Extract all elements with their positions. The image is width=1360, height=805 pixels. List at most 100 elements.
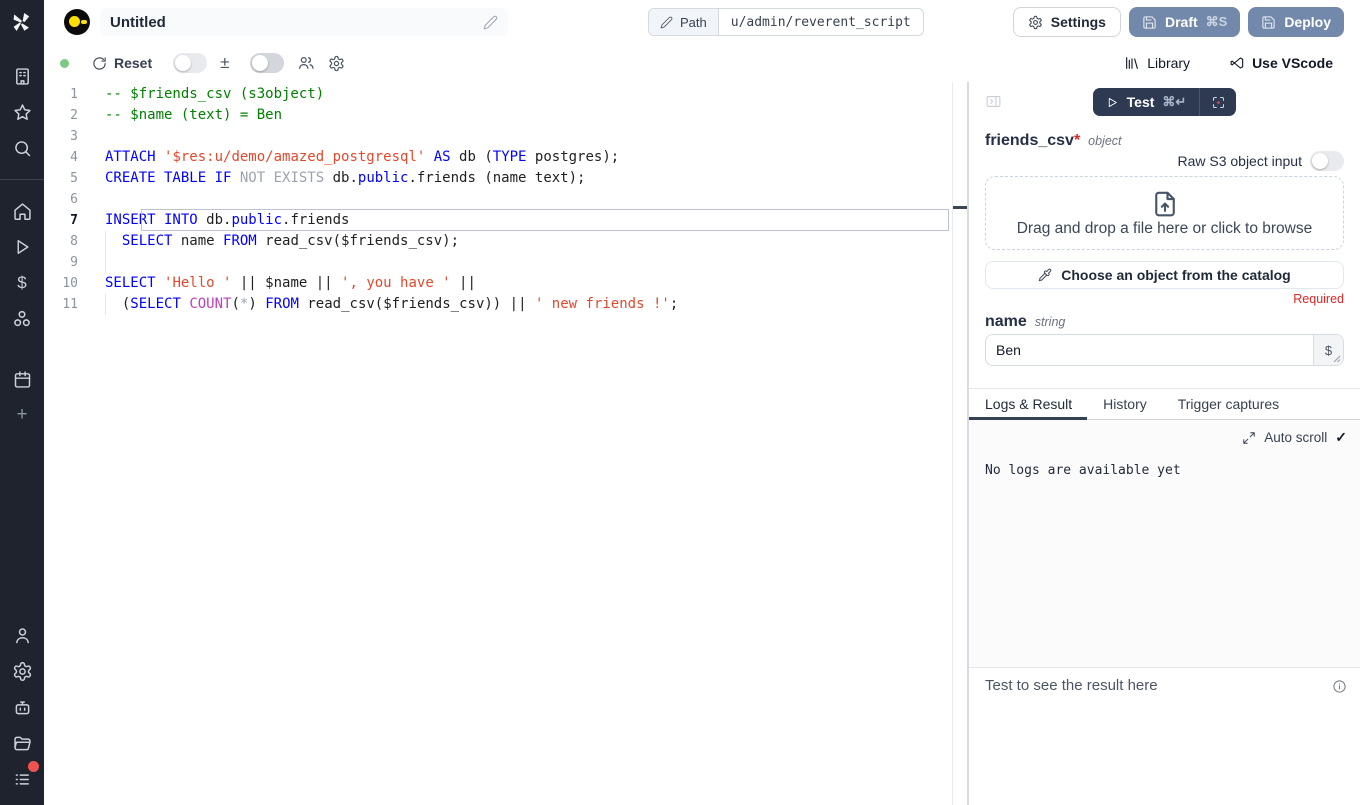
expand-icon[interactable] (1242, 431, 1256, 445)
file-upload-icon (1150, 189, 1180, 219)
line-number: 11 (44, 294, 78, 315)
ai-robot-icon[interactable] (0, 689, 44, 725)
test-shortcut: ⌘↵ (1162, 94, 1186, 110)
path-label[interactable]: Path (649, 9, 719, 35)
draft-shortcut: ⌘S (1206, 14, 1228, 30)
windmill-logo-icon[interactable] (0, 0, 44, 44)
overview-ruler-cursor-mark (953, 206, 967, 209)
code-line-4[interactable]: 4ATTACH '$res:u/demo/amazed_postgresql' … (44, 147, 967, 168)
library-icon (1124, 55, 1140, 71)
code-line-1[interactable]: 1-- $friends_csv (s3object) (44, 84, 967, 105)
path-chip[interactable]: Path u/admin/reverent_script (648, 8, 924, 36)
line-number: 8 (44, 231, 78, 252)
file-dropzone[interactable]: Drag and drop a file here or click to br… (985, 176, 1344, 250)
autoscroll-label[interactable]: Auto scroll (1264, 430, 1327, 445)
scan-icon (1211, 95, 1226, 110)
app-sidebar: $ + (0, 0, 44, 805)
editor-toolbar: Reset ± Library Use VScode (44, 44, 1360, 82)
choose-object-catalog-button[interactable]: Choose an object from the catalog (985, 261, 1344, 289)
editor-scrollbar[interactable] (952, 82, 953, 805)
resources-icon[interactable] (0, 301, 44, 337)
run-panel: Test ⌘↵ friends_csv* object Raw S3 objec… (967, 82, 1360, 805)
check-icon[interactable]: ✓ (1335, 429, 1347, 446)
duckdb-language-icon (64, 9, 90, 35)
search-icon[interactable] (0, 130, 44, 166)
folders-icon[interactable] (0, 725, 44, 761)
code-line-6[interactable]: 6 (44, 189, 967, 210)
code-editor[interactable]: 1-- $friends_csv (s3object)2-- $name (te… (44, 82, 967, 805)
variables-dollar-icon[interactable]: $ (0, 265, 44, 301)
create-plus-icon[interactable]: + (0, 397, 44, 433)
name-label-row: name string (985, 313, 1344, 331)
resize-handle-icon[interactable] (1333, 355, 1341, 363)
collapse-panel-icon[interactable] (985, 93, 1002, 110)
line-number: 1 (44, 84, 78, 105)
topbar: Path u/admin/reverent_script Settings Dr… (44, 0, 1360, 44)
test-button[interactable]: Test ⌘↵ (1093, 88, 1200, 116)
schedules-calendar-icon[interactable] (0, 361, 44, 397)
play-icon (1106, 96, 1119, 109)
result-tabs-bar: Logs & ResultHistoryTrigger captures (969, 388, 1360, 420)
users-icon[interactable] (297, 54, 315, 72)
settings-button[interactable]: Settings (1013, 7, 1121, 37)
multiplayer-toggle[interactable] (250, 53, 284, 73)
raw-s3-toggle[interactable] (1310, 151, 1344, 171)
tab-trigger-captures[interactable]: Trigger captures (1162, 389, 1294, 419)
tab-logs-result[interactable]: Logs & Result (969, 389, 1087, 419)
line-number: 5 (44, 168, 78, 189)
code-line-10[interactable]: 10SELECT 'Hello ' || $name || ', you hav… (44, 273, 967, 294)
logs-panel: Auto scroll ✓ No logs are available yet (969, 420, 1360, 668)
capture-run-button[interactable] (1199, 88, 1236, 116)
script-title-field[interactable] (100, 8, 508, 36)
edit-title-pencil-icon[interactable] (483, 15, 498, 30)
code-line-3[interactable]: 3 (44, 126, 967, 147)
status-dot (60, 59, 69, 68)
draft-button[interactable]: Draft ⌘S (1129, 7, 1240, 37)
settings-gear-icon[interactable] (0, 653, 44, 689)
editor-settings-gear-icon[interactable] (328, 55, 345, 72)
code-line-7[interactable]: 7INSERT INTO db.public.friends (44, 210, 967, 231)
vscode-icon (1229, 55, 1245, 71)
reset-button[interactable]: Reset (92, 55, 152, 71)
dropzone-text: Drag and drop a file here or click to br… (1017, 220, 1313, 238)
line-number: 2 (44, 105, 78, 126)
info-icon[interactable] (1332, 679, 1347, 694)
line-number: 6 (44, 189, 78, 210)
notification-badge (28, 761, 39, 772)
home-icon[interactable] (0, 193, 44, 229)
library-button[interactable]: Library (1124, 55, 1190, 71)
line-number: 3 (44, 126, 78, 147)
required-asterisk: * (1074, 132, 1080, 149)
code-line-11[interactable]: 11 (SELECT COUNT(*) FROM read_csv($frien… (44, 294, 967, 315)
result-placeholder: Test to see the result here (985, 677, 1158, 694)
logs-empty-text: No logs are available yet (985, 463, 1347, 478)
favorites-star-icon[interactable] (0, 94, 44, 130)
code-line-2[interactable]: 2-- $name (text) = Ben (44, 105, 967, 126)
workspace-building-icon[interactable] (0, 58, 44, 94)
friends-csv-label-row: friends_csv* object (985, 132, 1344, 150)
deploy-button[interactable]: Deploy (1248, 7, 1344, 37)
diff-toggle[interactable] (173, 53, 207, 73)
edit-path-pencil-icon (660, 16, 673, 29)
line-number: 7 (44, 210, 78, 231)
tab-history[interactable]: History (1087, 389, 1162, 419)
raw-s3-label: Raw S3 object input (1177, 153, 1302, 169)
save-icon (1261, 15, 1276, 30)
code-line-9[interactable]: 9 (44, 252, 967, 273)
code-line-5[interactable]: 5CREATE TABLE IF NOT EXISTS db.public.fr… (44, 168, 967, 189)
audit-logs-list-icon[interactable] (0, 761, 44, 797)
code-line-8[interactable]: 8 SELECT name FROM read_csv($friends_csv… (44, 231, 967, 252)
name-input-wrap: $ (985, 334, 1344, 366)
name-input[interactable] (986, 342, 1311, 358)
plus-minus-icon[interactable]: ± (220, 53, 229, 73)
use-vscode-button[interactable]: Use VScode (1229, 55, 1333, 71)
pipette-icon (1038, 268, 1052, 282)
runs-play-icon[interactable] (0, 229, 44, 265)
script-title-input[interactable] (110, 14, 483, 31)
path-value[interactable]: u/admin/reverent_script (719, 9, 923, 35)
user-icon[interactable] (0, 617, 44, 653)
gear-icon (1028, 15, 1043, 30)
test-button-group: Test ⌘↵ (1093, 88, 1237, 116)
refresh-icon (92, 56, 107, 71)
arg-type-object: object (1088, 134, 1121, 148)
